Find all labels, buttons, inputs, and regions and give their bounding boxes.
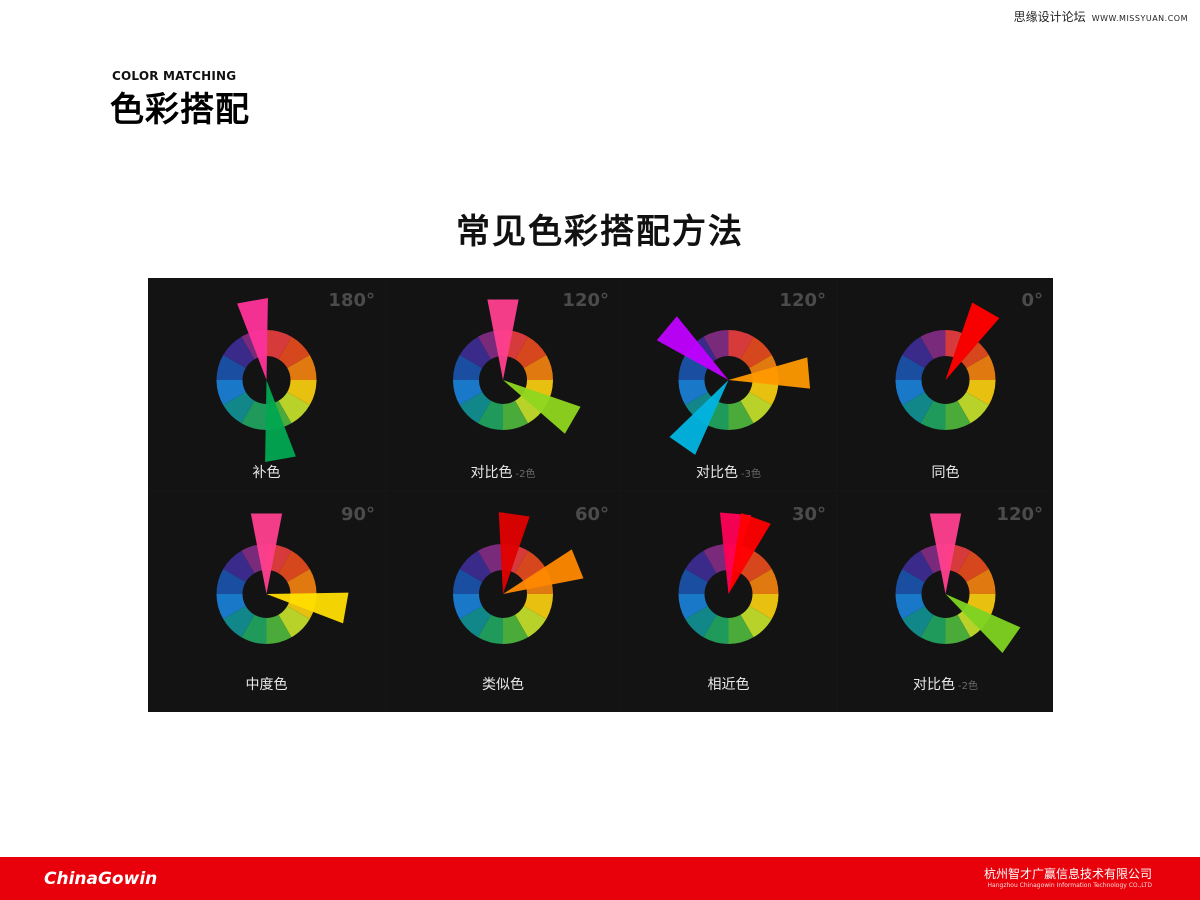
scheme-caption: 同色	[838, 462, 1053, 482]
panel-complementary: 180° 补色	[148, 278, 385, 490]
panel-contrast-2b: 120° 对比色 -2色	[838, 492, 1053, 712]
scheme-label: 类似色	[482, 677, 524, 693]
company-name-en: Hangzhou Chinagowin Information Technolo…	[987, 882, 1152, 889]
page-subtitle: COLOR MATCHING	[112, 69, 237, 83]
scheme-caption: 补色	[148, 462, 385, 482]
company-info: 杭州智才广赢信息技术有限公司 Hangzhou Chinagowin Infor…	[984, 865, 1152, 889]
section-heading: 常见色彩搭配方法	[456, 212, 744, 252]
angle-label: 0°	[1021, 290, 1043, 311]
scheme-caption: 对比色 -3色	[621, 462, 836, 482]
angle-label: 120°	[996, 504, 1043, 525]
scheme-label: 同色	[931, 465, 960, 481]
angle-label: 180°	[328, 290, 375, 311]
watermark-cn: 思缘设计论坛	[1013, 10, 1086, 24]
watermark: 思缘设计论坛 WWW.MISSYUAN.COM	[1014, 8, 1188, 25]
company-name-cn: 杭州智才广赢信息技术有限公司	[983, 867, 1152, 881]
panel-analogous: 60° 类似色	[387, 492, 619, 712]
angle-label: 120°	[562, 290, 609, 311]
panel-contrast-3: 120° 对比色 -3色	[621, 278, 836, 490]
scheme-label: 对比色	[696, 465, 738, 481]
scheme-note: -2色	[958, 681, 978, 692]
page-title: 色彩搭配	[110, 90, 250, 130]
color-scheme-grid: 180° 补色 120° 对比色 -2色 120° 对比色 -3色 0° 同色 90° 中度色…	[148, 278, 1053, 712]
scheme-caption: 对比色 -2色	[838, 674, 1053, 694]
panel-adjacent: 30° 相近色	[621, 492, 836, 712]
scheme-label: 补色	[252, 465, 281, 481]
scheme-label: 相近色	[707, 677, 750, 693]
angle-label: 60°	[574, 504, 609, 525]
scheme-caption: 类似色	[387, 674, 619, 694]
scheme-caption: 对比色 -2色	[387, 462, 619, 482]
angle-label: 120°	[779, 290, 826, 311]
scheme-note: -2色	[515, 469, 536, 480]
watermark-url: WWW.MISSYUAN.COM	[1091, 14, 1188, 23]
scheme-caption: 相近色	[621, 674, 836, 694]
angle-label: 90°	[340, 504, 375, 525]
panel-medium: 90° 中度色	[148, 492, 385, 712]
scheme-label: 对比色	[913, 677, 955, 693]
brand-logo: ChinaGowin	[44, 869, 158, 889]
angle-label: 30°	[791, 504, 826, 525]
scheme-caption: 中度色	[148, 674, 385, 694]
panel-monochrome: 0° 同色	[838, 278, 1053, 490]
scheme-note: -3色	[741, 469, 761, 480]
footer-bar: ChinaGowin 杭州智才广赢信息技术有限公司 Hangzhou China…	[0, 857, 1200, 900]
scheme-label: 对比色	[470, 465, 513, 481]
panel-contrast-2: 120° 对比色 -2色	[387, 278, 619, 490]
scheme-label: 中度色	[245, 677, 288, 693]
